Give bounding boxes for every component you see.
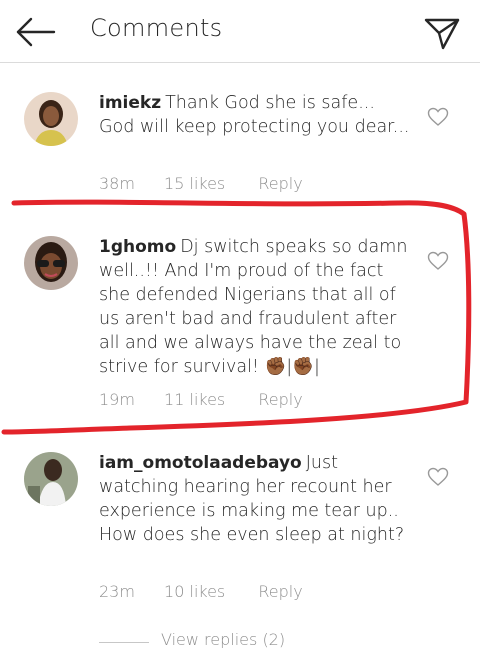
page-title: Comments [90, 14, 223, 42]
view-replies-button[interactable]: View replies (2) [99, 630, 399, 656]
heart-icon [427, 251, 449, 270]
avatar[interactable] [24, 236, 78, 290]
arrow-left-icon [16, 17, 56, 47]
paper-plane-icon [424, 18, 460, 50]
reply-button[interactable]: Reply [258, 174, 302, 193]
like-button[interactable] [427, 467, 449, 487]
avatar-image [24, 92, 78, 146]
view-replies-label: View replies (2) [161, 630, 286, 649]
comment-time: 19m [99, 390, 135, 409]
comment-text-block: 1ghomo Dj switch speaks so damn well..!! … [99, 235, 411, 379]
comment-meta: 19m 11 likes Reply [99, 390, 303, 409]
like-button[interactable] [427, 251, 449, 271]
like-button[interactable] [427, 107, 449, 127]
comment-likes[interactable]: 10 likes [164, 582, 225, 601]
comment-time: 38m [99, 174, 135, 193]
heart-icon [427, 467, 449, 486]
comment-meta: 23m 10 likes Reply [99, 582, 303, 601]
header-bar: Comments [0, 0, 480, 63]
avatar-image [24, 236, 78, 290]
avatar[interactable] [24, 92, 78, 146]
reply-button[interactable]: Reply [258, 390, 302, 409]
avatar-image [24, 452, 78, 506]
replies-divider [99, 642, 149, 643]
comment-time: 23m [99, 582, 135, 601]
comment-meta: 38m 15 likes Reply [99, 174, 303, 193]
comment-username[interactable]: imiekz [99, 93, 161, 113]
reply-button[interactable]: Reply [258, 582, 302, 601]
avatar[interactable] [24, 452, 78, 506]
comment-text-block: iam_omotolaadebayo Just watching hearing … [99, 451, 411, 547]
comment-likes[interactable]: 15 likes [164, 174, 225, 193]
comment-username[interactable]: iam_omotolaadebayo [99, 453, 302, 473]
comment-username[interactable]: 1ghomo [99, 237, 176, 257]
comment-likes[interactable]: 11 likes [164, 390, 225, 409]
send-button[interactable] [422, 12, 462, 52]
back-button[interactable] [14, 12, 58, 52]
comment-text-block: imiekz Thank God she is safe... God will … [99, 91, 411, 139]
comment-text: Dj switch speaks so damn well..!! And I'… [99, 237, 408, 377]
heart-icon [427, 107, 449, 126]
